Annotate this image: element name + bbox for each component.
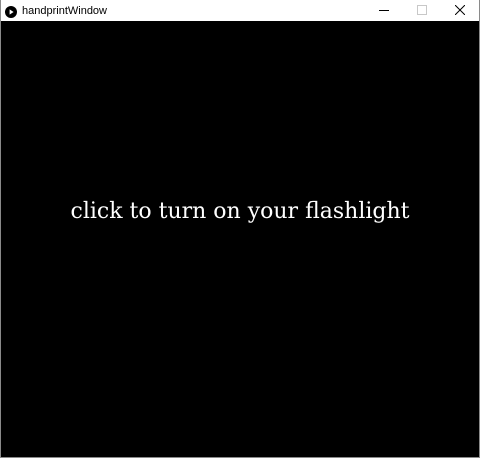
title-bar[interactable]: handprintWindow [1,0,479,21]
window-title: handprintWindow [22,4,107,17]
maximize-icon [417,2,427,20]
flashlight-prompt: click to turn on your flashlight [70,199,410,224]
minimize-button[interactable] [365,0,403,21]
close-icon [454,2,466,20]
play-circle-icon [5,5,17,18]
sketch-canvas[interactable]: click to turn on your flashlight [1,21,479,457]
minimize-icon [379,2,389,20]
app-window: handprintWindow click to turn on your fl… [0,0,480,458]
window-controls [365,0,479,21]
maximize-button[interactable] [403,0,441,21]
close-button[interactable] [441,0,479,21]
